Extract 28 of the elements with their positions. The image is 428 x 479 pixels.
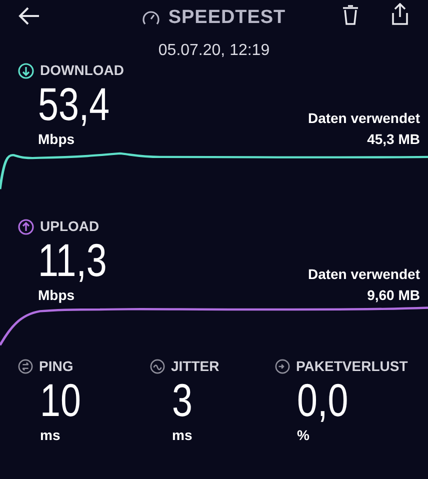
stat-label: PING [39,357,74,376]
gauge-icon [142,9,160,28]
data-used-label: Daten verwendet [308,109,420,128]
stat-label: PAKETVERLUST [296,357,408,376]
stat-value: 3 [172,377,194,423]
test-date: 05.07.20, 12:19 [157,40,271,60]
speed-unit: Mbps [38,286,76,305]
section-label: UPLOAD [40,217,100,236]
speed-value: 53,4 [38,81,110,127]
speed-value: 11,3 [38,237,107,283]
back-arrow-icon[interactable] [18,6,40,26]
speed-unit: Mbps [38,130,76,149]
loss-icon [275,359,290,374]
trash-icon[interactable] [342,5,359,25]
stat-value: 0,0 [297,377,350,423]
share-icon[interactable] [390,3,410,25]
data-used-value: 9,60 MB [367,286,420,305]
stat-label: JITTER [171,357,220,376]
data-used-value: 45,3 MB [367,130,420,149]
data-used-label: Daten verwendet [308,265,420,284]
section-label: DOWNLOAD [40,61,124,80]
app-title: SPEEDTEST [168,6,286,30]
stat-value: 10 [40,377,82,423]
ping-icon [18,359,33,374]
stat-unit: ms [40,426,62,445]
stat-unit: ms [172,426,194,445]
wave-icon [150,359,165,374]
stat-unit: % [297,426,310,445]
